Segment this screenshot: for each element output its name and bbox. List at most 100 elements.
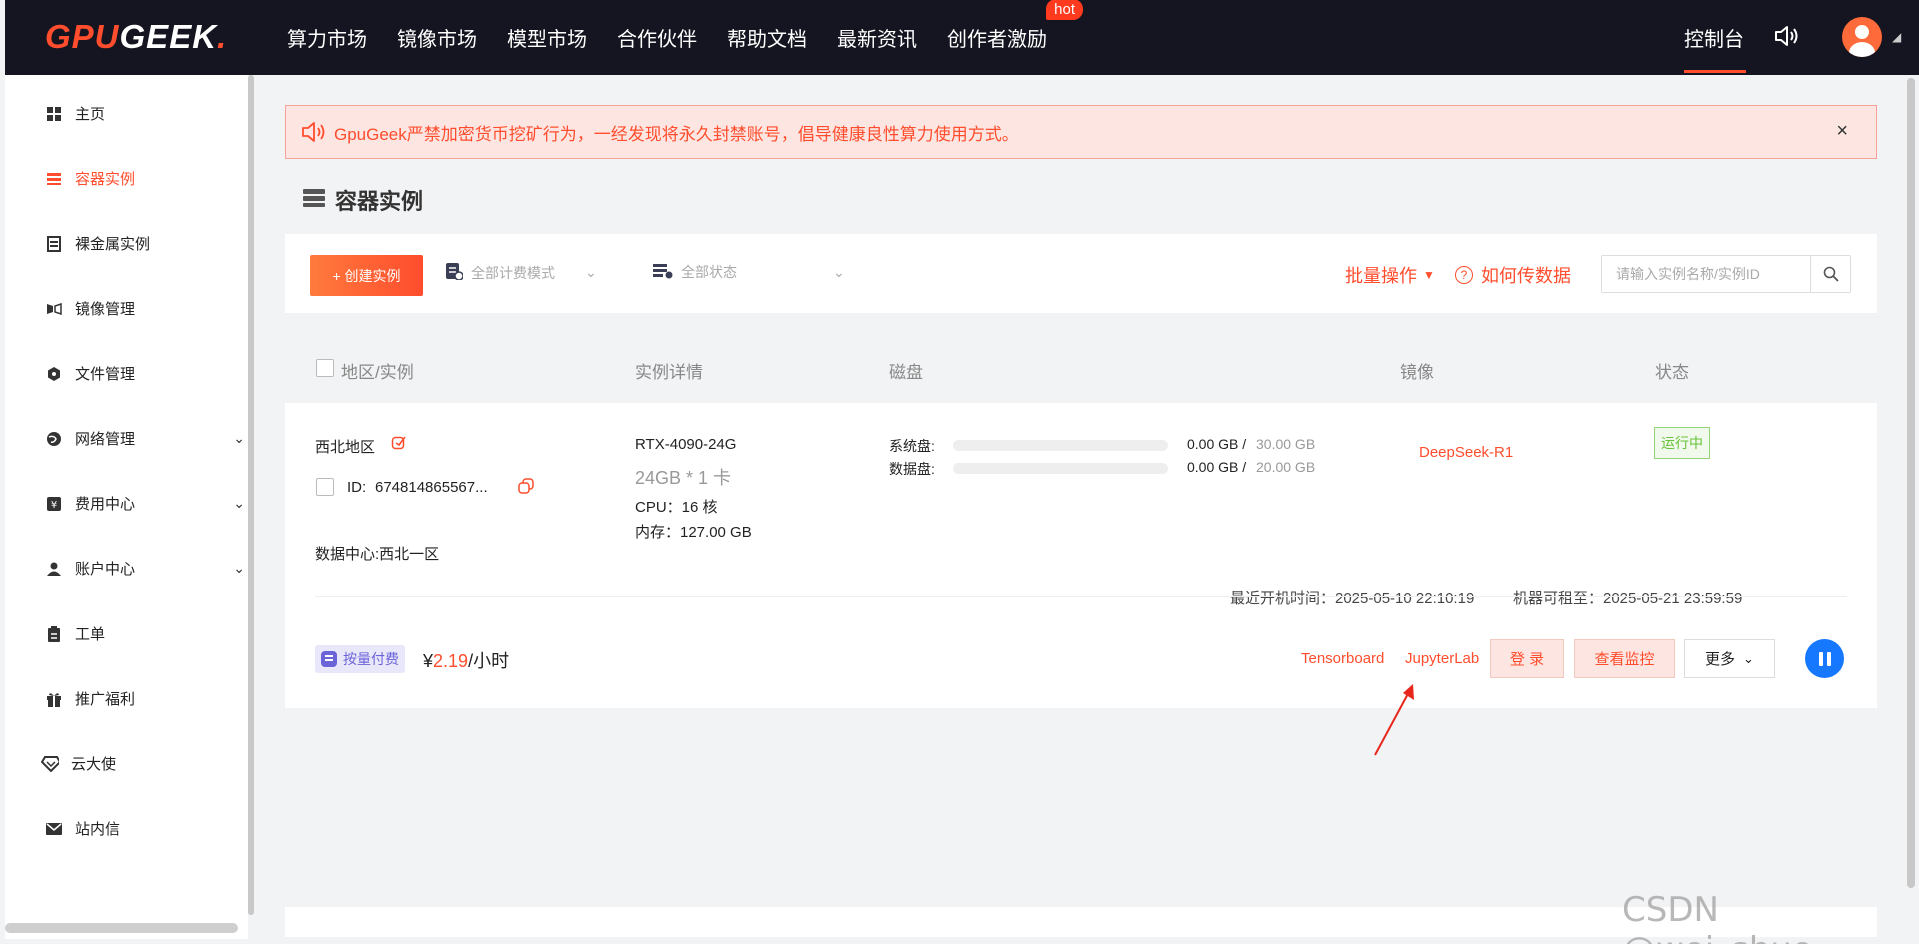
instance-id: 674814865567... — [375, 479, 488, 496]
header-status: 状态 — [1655, 363, 1689, 382]
chevron-down-icon[interactable]: ⌄ — [233, 430, 245, 447]
status-filter[interactable]: 全部状态 ⌄ — [653, 262, 845, 282]
main-scrollbar[interactable] — [1907, 78, 1915, 888]
chevron-down-icon: ⌄ — [1743, 650, 1754, 666]
instance-region: 西北地区 — [315, 439, 376, 456]
sidebar-item-label: 费用中心 — [75, 496, 136, 513]
clipboard-icon — [45, 625, 63, 643]
sidebar-horizontal-scrollbar[interactable] — [5, 923, 238, 933]
pay-mode-badge: 按量付费 — [315, 645, 405, 673]
sidebar-item-images[interactable]: 镜像管理 — [45, 298, 245, 319]
yen-icon: ¥ — [45, 495, 63, 513]
sidebar-item-account[interactable]: 账户中心 ⌄ — [45, 558, 245, 579]
batch-operation-dropdown[interactable]: 批量操作 ▼ — [1345, 262, 1435, 288]
chevron-down-icon: ⌄ — [585, 264, 597, 280]
price-value: 2.19 — [433, 651, 469, 671]
instance-gpu-memory: 24GB * 1 卡 — [635, 468, 732, 488]
sidebar-item-home[interactable]: 主页 — [45, 103, 245, 124]
instance-table-header: 地区/实例 实例详情 磁盘 镜像 状态 — [285, 335, 1877, 403]
list-icon — [45, 170, 63, 188]
instance-image-link[interactable]: DeepSeek-R1 — [1419, 444, 1513, 461]
chevron-down-icon[interactable]: ⌄ — [233, 495, 245, 512]
hot-badge: hot — [1046, 0, 1083, 20]
nav-compute-market[interactable]: 算力市场 — [287, 23, 367, 52]
annotation-arrow — [1374, 684, 1414, 756]
sidebar-item-ambassador[interactable]: 云大使 — [41, 753, 241, 774]
server-icon — [45, 235, 63, 253]
diamond-icon — [41, 755, 59, 773]
header-disk: 磁盘 — [889, 363, 923, 382]
speaker-icon[interactable] — [1772, 22, 1800, 50]
create-instance-button[interactable]: + 创建实例 — [310, 255, 423, 296]
logo-text-gpu: GPU — [45, 18, 120, 55]
instance-search — [1601, 255, 1851, 293]
batch-label: 批量操作 — [1345, 266, 1417, 286]
sidebar-scrollbar[interactable] — [248, 75, 254, 915]
nav-image-market[interactable]: 镜像市场 — [397, 23, 477, 52]
sidebar-item-label: 站内信 — [75, 821, 121, 838]
system-disk-usage-bar — [953, 440, 1168, 451]
more-dropdown-button[interactable]: 更多 ⌄ — [1684, 639, 1775, 678]
sidebar-item-promotion[interactable]: 推广福利 — [45, 688, 245, 709]
data-disk-usage-bar — [953, 463, 1168, 474]
row-divider — [315, 596, 1847, 597]
sidebar-item-label: 裸金属实例 — [75, 236, 151, 253]
list-icon — [303, 187, 325, 213]
instance-checkbox[interactable] — [316, 478, 334, 496]
sidebar-item-label: 文件管理 — [75, 366, 136, 383]
chevron-down-icon[interactable]: ⌄ — [233, 560, 245, 577]
edit-icon[interactable] — [391, 434, 407, 450]
gpugeek-logo[interactable]: GPUGEEK. — [45, 18, 227, 56]
close-icon[interactable]: × — [1836, 120, 1848, 143]
pause-instance-button[interactable] — [1805, 639, 1844, 678]
instance-gpu: RTX-4090-24G — [635, 436, 737, 453]
nav-creator-incentive[interactable]: 创作者激励 hot — [947, 0, 1083, 52]
view-monitor-button[interactable]: 查看监控 — [1574, 639, 1675, 678]
avatar-caret-icon[interactable]: ◢ — [1892, 30, 1901, 44]
sidebar-item-bare-metal[interactable]: 裸金属实例 — [45, 233, 245, 254]
copy-icon[interactable] — [518, 478, 534, 494]
search-input[interactable] — [1602, 256, 1812, 292]
select-all-checkbox[interactable] — [316, 359, 334, 377]
sidebar: 主页 容器实例 裸金属实例 镜像管理 文件管理 网络管理 ⌄ ¥ 费用中心 ⌄ … — [5, 75, 248, 939]
warning-notice-banner: GpuGeek严禁加密货币挖矿行为，一经发现将永久封禁账号，倡导健康良性算力使用… — [285, 105, 1877, 159]
data-disk-label: 数据盘: — [889, 461, 935, 477]
search-button[interactable] — [1810, 256, 1850, 292]
billing-icon — [445, 262, 464, 283]
nav-partners[interactable]: 合作伙伴 — [617, 23, 697, 52]
more-label: 更多 — [1705, 651, 1736, 668]
sidebar-item-tickets[interactable]: 工单 — [45, 623, 245, 644]
nav-creator-label: 创作者激励 — [947, 29, 1047, 51]
tensorboard-link[interactable]: Tensorboard — [1301, 650, 1384, 667]
nav-model-market[interactable]: 模型市场 — [507, 23, 587, 52]
jupyterlab-link[interactable]: JupyterLab — [1405, 650, 1479, 667]
user-avatar[interactable] — [1842, 17, 1882, 57]
login-button[interactable]: 登 录 — [1490, 639, 1564, 678]
console-link[interactable]: 控制台 — [1684, 0, 1744, 75]
sidebar-item-label: 主页 — [75, 106, 106, 123]
billing-mode-filter[interactable]: 全部计费模式 ⌄ — [445, 262, 597, 283]
svg-text:¥: ¥ — [51, 500, 57, 511]
sidebar-item-inbox[interactable]: 站内信 — [45, 818, 245, 839]
header-image: 镜像 — [1400, 363, 1434, 382]
instance-id-label: ID: — [347, 479, 367, 496]
rent-until-time: 机器可租至：2025-05-21 23:59:59 — [1513, 590, 1743, 607]
sidebar-item-files[interactable]: 文件管理 — [45, 363, 245, 384]
sidebar-item-containers[interactable]: 容器实例 — [45, 168, 245, 189]
sidebar-item-billing[interactable]: ¥ 费用中心 ⌄ — [45, 493, 245, 514]
status-icon — [653, 263, 673, 282]
mail-icon — [45, 820, 63, 838]
price-unit: /小时 — [468, 651, 510, 671]
sidebar-item-network[interactable]: 网络管理 ⌄ — [45, 428, 245, 449]
nav-help-docs[interactable]: 帮助文档 — [727, 23, 807, 52]
notice-text: GpuGeek严禁加密货币挖矿行为，一经发现将永久封禁账号，倡导健康良性算力使用… — [334, 124, 1019, 144]
data-disk-used: 0.00 GB / — [1187, 459, 1247, 475]
sidebar-item-label: 账户中心 — [75, 561, 136, 578]
caret-down-icon: ▼ — [1423, 268, 1435, 282]
sidebar-item-label: 云大使 — [71, 756, 117, 773]
nav-news[interactable]: 最新资讯 — [837, 23, 917, 52]
how-to-transfer-data-link[interactable]: ? 如何传数据 — [1455, 262, 1571, 288]
sidebar-item-label: 镜像管理 — [75, 301, 136, 318]
speaker-icon — [302, 122, 325, 142]
howto-label: 如何传数据 — [1481, 266, 1571, 286]
